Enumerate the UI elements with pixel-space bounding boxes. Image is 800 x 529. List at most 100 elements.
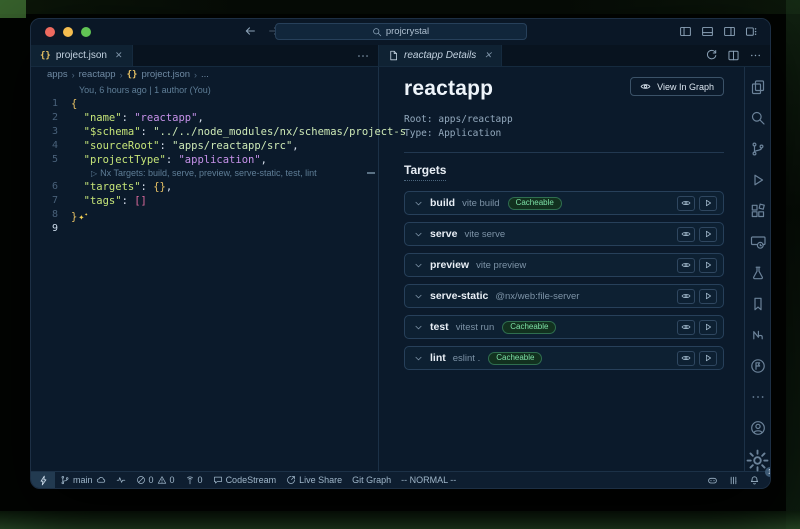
view-target-button[interactable] [677,196,695,211]
customize-layout-icon[interactable] [745,25,758,38]
json-file-icon: {} [127,70,138,80]
overview-ruler-mark [367,172,375,174]
play-icon [703,260,713,270]
activitybar-more-icon[interactable] [750,389,766,405]
chevron-down-icon[interactable] [413,353,424,364]
code-line[interactable]: 2 "name": "reactapp", [31,111,378,125]
editor-more-actions-icon[interactable] [356,49,370,63]
close-window-button[interactable] [45,27,55,37]
activitybar-explorer-icon[interactable] [750,79,766,95]
toggle-sidebar-right-icon[interactable] [723,25,736,38]
breadcrumb-item[interactable]: project.json [141,69,190,80]
target-name: preview [430,259,469,271]
project-title: reactapp [404,77,493,101]
cacheable-badge: Cacheable [488,352,542,365]
code-text: "targets": {}, [71,180,172,194]
target-row-preview[interactable]: previewvite preview [404,253,724,277]
close-tab-icon[interactable]: ✕ [115,50,123,61]
gitgraph-status-item[interactable]: Git Graph [347,472,396,488]
tab-reactapp-details[interactable]: reactapp Details ✕ [379,45,502,66]
code-text: "$schema": "../../node_modules/nx/schema… [71,125,406,139]
target-name: serve [430,228,457,240]
code-text: "tags": [] [71,194,147,208]
minimize-window-button[interactable] [63,27,73,37]
liveshare-status-item[interactable]: Live Share [281,472,347,488]
target-row-serve-static[interactable]: serve-static@nx/web:file-server [404,284,724,308]
nx-targets-codelens[interactable]: ▷Nx Targets: build, serve, preview, serv… [91,167,378,180]
code-line[interactable]: 1{ [31,97,378,111]
run-target-button[interactable] [699,351,717,366]
chevron-down-icon[interactable] [413,322,424,333]
activitybar-source-control-icon[interactable] [750,141,766,157]
antenna-icon [185,475,195,485]
run-target-button[interactable] [699,320,717,335]
cacheable-badge: Cacheable [508,197,562,210]
broadcast-status-item[interactable]: 0 [180,472,208,488]
code-line[interactable]: 7 "tags": [] [31,194,378,208]
chevron-down-icon[interactable] [413,291,424,302]
code-line[interactable]: 3 "$schema": "../../node_modules/nx/sche… [31,125,378,139]
activitybar-gitlens-icon[interactable] [750,358,766,374]
copilot-icon[interactable] [707,475,718,486]
activitybar-nx-console-icon[interactable] [750,327,766,343]
refresh-icon[interactable] [705,49,718,62]
view-target-button[interactable] [677,227,695,242]
eye-icon [681,229,691,239]
zoom-window-button[interactable] [81,27,91,37]
close-tab-icon[interactable]: ✕ [484,50,492,61]
code-editor[interactable]: You, 6 hours ago | 1 author (You) 1{2 "n… [31,82,378,471]
extension-status-item[interactable] [111,472,131,488]
remote-indicator[interactable] [31,472,55,488]
run-target-button[interactable] [699,196,717,211]
target-row-serve[interactable]: servevite serve [404,222,724,246]
view-target-button[interactable] [677,320,695,335]
target-row-lint[interactable]: linteslint .Cacheable [404,346,724,370]
code-line[interactable]: 4 "sourceRoot": "apps/reactapp/src", [31,139,378,153]
toggle-sidebar-left-icon[interactable] [679,25,692,38]
chevron-right-icon: › [194,70,197,80]
run-target-button[interactable] [699,227,717,242]
eye-icon [681,353,691,363]
view-target-button[interactable] [677,258,695,273]
activitybar-bookmarks-icon[interactable] [750,296,766,312]
bell-icon[interactable] [749,475,760,486]
target-row-test[interactable]: testvitest runCacheable [404,315,724,339]
code-line[interactable]: 8}✦ [31,208,378,222]
vim-mode-indicator[interactable]: -- NORMAL -- [396,472,461,488]
activitybar-testing-icon[interactable] [750,265,766,281]
codestream-status-item[interactable]: CodeStream [208,472,282,488]
activitybar-remote-explorer-icon[interactable] [750,234,766,250]
tab-project-json[interactable]: {} project.json ✕ [31,45,133,66]
code-line[interactable]: 9 [31,222,378,236]
chevron-down-icon[interactable] [413,198,424,209]
split-editor-icon[interactable] [727,49,740,62]
eye-icon [640,81,651,92]
problems-status-item[interactable]: 0 0 [131,472,180,488]
run-target-button[interactable] [699,258,717,273]
back-arrow-icon[interactable] [243,24,257,38]
branch-status-item[interactable]: main [55,472,111,488]
activitybar-extensions-icon[interactable] [750,203,766,219]
chevron-down-icon[interactable] [413,260,424,271]
run-target-button[interactable] [699,289,717,304]
error-icon [136,475,146,485]
git-blame-annotation[interactable]: You, 6 hours ago | 1 author (You) [79,84,378,97]
activitybar-search-icon[interactable] [750,110,766,126]
search-icon [372,27,382,37]
breadcrumb-item[interactable]: apps [47,69,68,80]
toggle-panel-icon[interactable] [701,25,714,38]
command-center-search[interactable]: projcrystal [275,23,527,40]
view-in-graph-button[interactable]: View In Graph [630,77,724,96]
formatter-icon[interactable] [728,475,739,486]
code-line[interactable]: 6 "targets": {}, [31,180,378,194]
target-row-build[interactable]: buildvite buildCacheable [404,191,724,215]
account-icon[interactable] [750,420,766,436]
breadcrumb-item[interactable]: ... [201,69,209,80]
view-target-button[interactable] [677,289,695,304]
more-actions-icon[interactable] [749,49,762,62]
breadcrumb-item[interactable]: reactapp [79,69,116,80]
view-target-button[interactable] [677,351,695,366]
activitybar-run-debug-icon[interactable] [750,172,766,188]
code-line[interactable]: 5 "projectType": "application", [31,153,378,167]
chevron-down-icon[interactable] [413,229,424,240]
